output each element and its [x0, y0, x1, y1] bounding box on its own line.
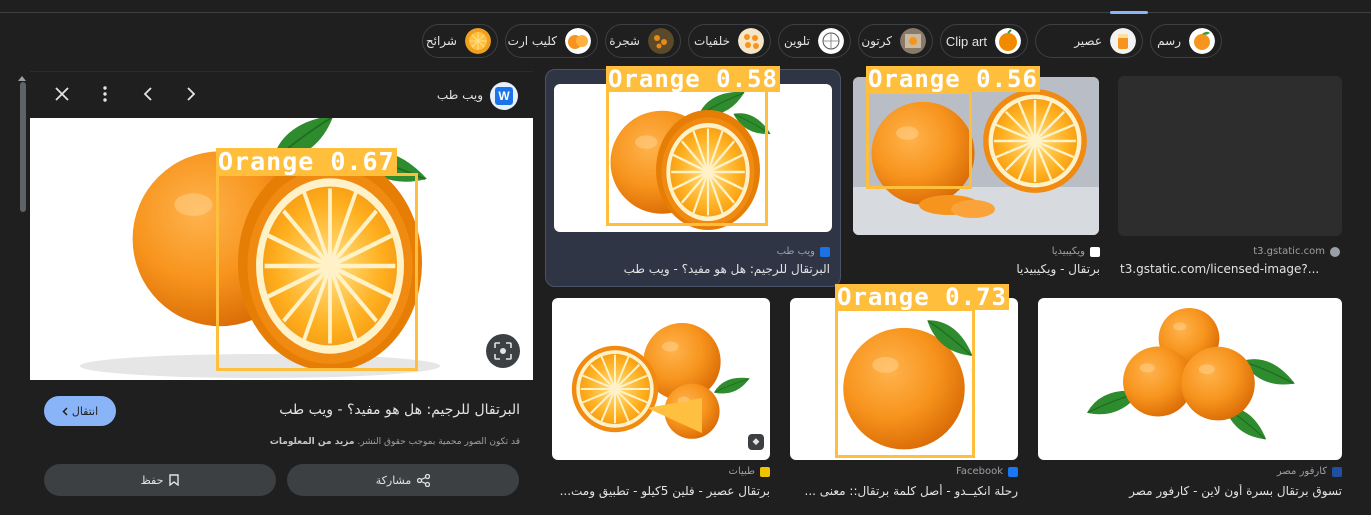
detection-label: Orange 0.67	[216, 147, 397, 176]
result-source: ويكيبيديا	[1052, 246, 1100, 257]
chip-juice[interactable]: عصير	[1035, 24, 1143, 58]
image-preview-panel: ويب طب W Orange 0.67 البرتقال للرجيم: هل…	[30, 71, 533, 515]
copyright-notice: قد تكون الصور محمية بموجب حقوق النشر. مز…	[269, 437, 520, 447]
chip-drawing[interactable]: رسم	[1150, 24, 1222, 58]
chip-label: شرائح	[425, 34, 457, 48]
chip-thumbnail	[818, 28, 844, 54]
chip-thumbnail	[900, 28, 926, 54]
site-name[interactable]: ويب طب	[425, 88, 483, 102]
chip-label: رسم	[1157, 34, 1181, 48]
chip-label: عصير	[1074, 34, 1102, 48]
chip-coloring[interactable]: تلوين	[778, 24, 851, 58]
chip-label: كرتون	[861, 34, 892, 48]
chip-thumbnail	[648, 28, 674, 54]
scrollbar-thumb[interactable]	[20, 82, 26, 212]
result-caption[interactable]: رحلة انكيــدو - أصل كلمة برتقال:: معنى .…	[793, 484, 1018, 498]
site-favicon-icon	[760, 466, 770, 477]
chip-thumbnail	[1189, 28, 1215, 54]
share-label: مشاركة	[375, 473, 412, 487]
chevron-left-icon[interactable]	[136, 82, 160, 106]
result-caption[interactable]: t3.gstatic.com/licensed-image?...	[1120, 262, 1340, 276]
chip-label: Clip art	[945, 33, 987, 49]
visit-label: انتقال	[71, 404, 99, 418]
result-caption[interactable]: البرتقال للرجيم: هل هو مفيد؟ - ويب طب	[560, 262, 830, 276]
site-favicon-icon	[1090, 246, 1100, 257]
detection-box	[835, 308, 975, 458]
chip-cartoon[interactable]: كرتون	[858, 24, 933, 58]
chip-tree[interactable]: شجرة	[605, 24, 681, 58]
result-card-4[interactable]: Orange 0.73 Facebook رحلة انكيــدو - أصل…	[790, 284, 1022, 508]
tab-underline-bar	[0, 11, 1371, 14]
site-favicon-icon	[1330, 246, 1340, 257]
site-favicon-icon	[1008, 466, 1018, 477]
detection-box	[216, 173, 418, 371]
lens-icon[interactable]	[486, 334, 520, 368]
chip-thumbnail	[1110, 28, 1136, 54]
orange-illustration	[570, 323, 753, 439]
chip-wallpapers[interactable]: خلفيات	[688, 24, 771, 58]
chip-slices[interactable]: شرائح	[422, 24, 498, 58]
result-caption[interactable]: تسوق برتقال بسرة أون لاين - كارفور مصر	[1042, 484, 1342, 498]
close-icon[interactable]	[50, 82, 74, 106]
preview-image[interactable]: Orange 0.67	[30, 118, 533, 380]
result-card-3[interactable]: ◆ طبيات برتقال عصير - فلين 5كيلو - تطبيق…	[552, 298, 774, 508]
chevron-left-icon	[62, 406, 68, 416]
result-card-5[interactable]: كارفور مصر تسوق برتقال بسرة أون لاين - ك…	[1038, 298, 1346, 508]
scroll-up-arrow[interactable]	[18, 76, 26, 81]
detection-box	[866, 91, 972, 189]
orange-illustration	[1082, 307, 1300, 448]
result-source: t3.gstatic.com	[1253, 246, 1340, 257]
detection-label: Orange 0.56	[866, 65, 1040, 93]
share-icon	[417, 473, 431, 487]
result-source: ويب طب	[777, 246, 830, 257]
suggestion-chips: رسم عصير Clip art كرتون تلوين خلفيات شجر…	[0, 24, 1371, 62]
share-button[interactable]: مشاركة	[287, 464, 519, 496]
site-logo-icon[interactable]: W	[490, 82, 518, 110]
chevron-right-icon[interactable]	[179, 82, 203, 106]
chip-thumbnail	[565, 28, 591, 54]
result-caption[interactable]: برتقال - ويكيبيديا	[860, 262, 1100, 276]
result-caption[interactable]: برتقال عصير - فلين 5كيلو - تطبيق ومت...	[555, 484, 770, 498]
chip-label: كليب ارت	[507, 34, 557, 48]
preview-toolbar: ويب طب W	[30, 72, 533, 118]
result-image[interactable]	[552, 298, 770, 460]
site-favicon-icon	[1332, 466, 1342, 477]
bookmark-icon	[169, 474, 180, 486]
result-source: Facebook	[956, 466, 1018, 477]
result-source: طبيات	[729, 466, 770, 477]
preview-title[interactable]: البرتقال للرجيم: هل هو مفيد؟ - ويب طب	[150, 402, 520, 418]
save-label: حفظ	[140, 473, 164, 487]
more-vert-icon[interactable]	[93, 82, 117, 106]
chip-clip-art-ar[interactable]: كليب ارت	[505, 24, 598, 58]
result-image[interactable]	[1038, 298, 1342, 460]
chip-label: تلوين	[784, 34, 810, 48]
visit-button[interactable]: انتقال	[44, 396, 116, 426]
site-favicon-icon	[820, 246, 830, 257]
active-tab-indicator	[1110, 11, 1148, 14]
more-info-link[interactable]: مزيد من المعلومات	[270, 437, 355, 447]
chip-thumbnail	[465, 28, 491, 54]
detection-label: Orange 0.58	[606, 65, 780, 93]
tag-icon: ◆	[748, 434, 764, 450]
chip-thumbnail	[738, 28, 764, 54]
detection-label: Orange 0.73	[835, 283, 1009, 311]
chip-clip-art[interactable]: Clip art	[940, 24, 1028, 58]
chip-thumbnail	[995, 28, 1021, 54]
result-card-2[interactable]: t3.gstatic.com t3.gstatic.com/licensed-i…	[1118, 76, 1346, 286]
result-source: كارفور مصر	[1277, 466, 1342, 477]
chip-label: خلفيات	[693, 34, 730, 48]
result-image-placeholder[interactable]	[1118, 76, 1342, 236]
result-card-1[interactable]: Orange 0.56 ويكيبيديا برتقال - ويكيبيديا	[850, 66, 1102, 286]
result-card-0[interactable]: Orange 0.58 ويب طب البرتقال للرجيم: هل ه…	[545, 65, 841, 287]
save-button[interactable]: حفظ	[44, 464, 276, 496]
detection-box	[606, 88, 768, 226]
chip-label: شجرة	[609, 34, 640, 48]
